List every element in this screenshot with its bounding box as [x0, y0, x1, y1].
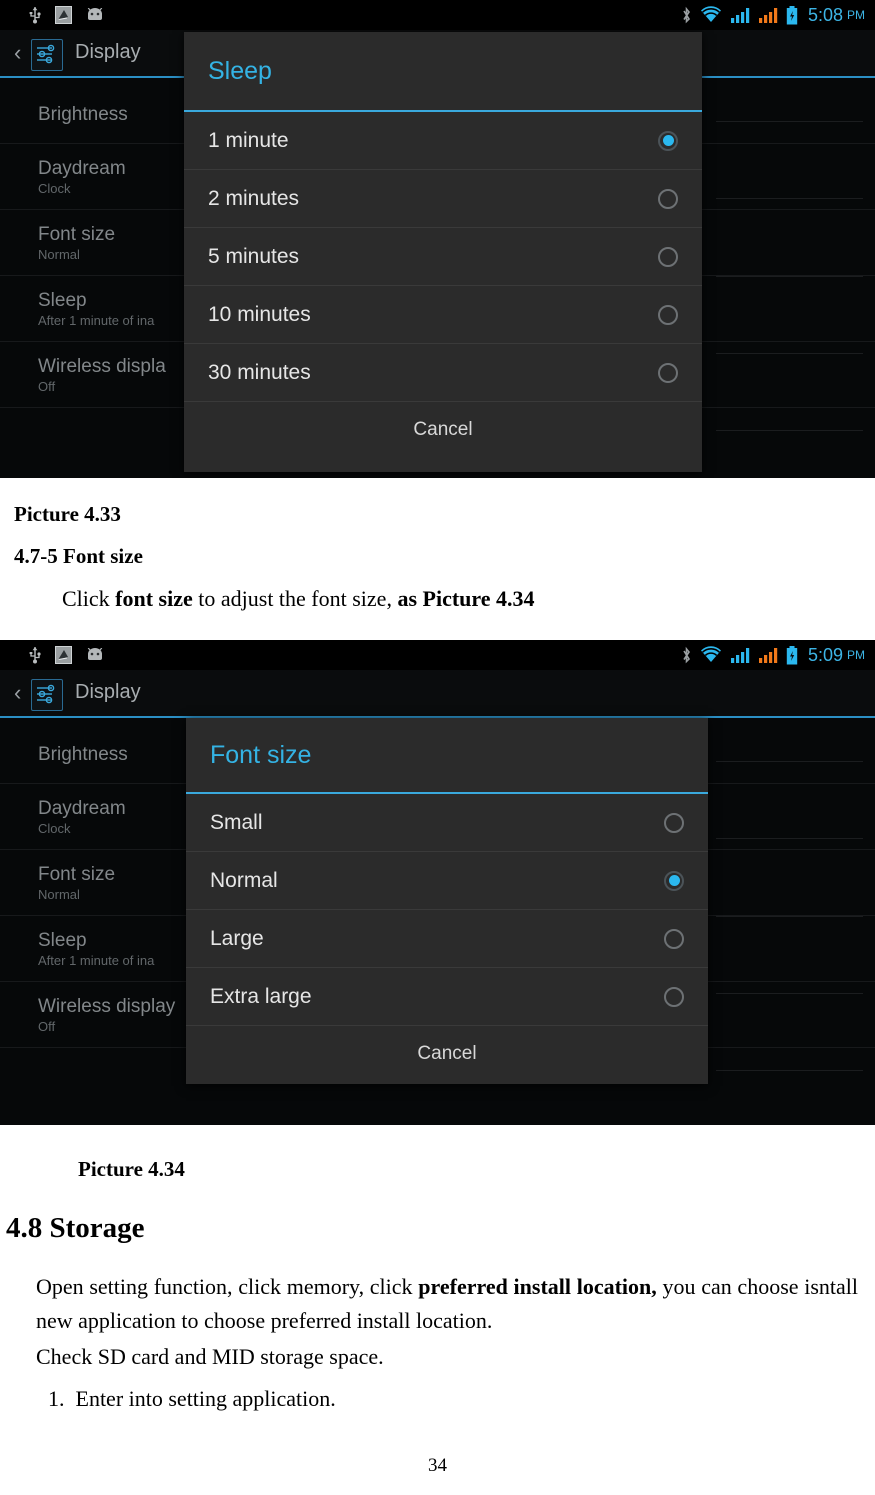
battery-charging-icon	[786, 645, 798, 664]
caption-picture-4-33: Picture 4.33	[14, 502, 121, 526]
caption-picture-4-34: Picture 4.34	[78, 1157, 185, 1181]
status-bar-left-icons	[28, 0, 105, 30]
list-item-text: Enter into setting application.	[75, 1386, 336, 1411]
option-label: Small	[210, 810, 263, 834]
para-text: Open setting function, click memory, cli…	[36, 1274, 419, 1299]
dialog-option-extra-large[interactable]: Extra large	[186, 968, 708, 1026]
para-text: Click	[62, 586, 116, 611]
dialog-title: Font size	[210, 740, 312, 769]
dialog-option-large[interactable]: Large	[186, 910, 708, 968]
option-label: 2 minutes	[208, 186, 300, 210]
action-bar: ‹ Display	[0, 670, 875, 718]
heading-4-7-5-font-size: 4.7-5 Font size	[14, 544, 143, 568]
font-size-dialog: Font size Small Normal Large Extra large…	[186, 718, 708, 1084]
status-bar: 5:08 PM	[0, 0, 875, 30]
paragraph-click-font-size: Click font size to adjust the font size,…	[62, 582, 852, 616]
status-bar-ampm: PM	[847, 648, 865, 662]
battery-charging-icon	[786, 5, 798, 24]
settings-sliders-icon	[31, 39, 63, 71]
page-title: Display	[75, 681, 141, 703]
dialog-option-30-minutes[interactable]: 30 minutes	[184, 344, 702, 402]
screenshot-icon	[55, 646, 72, 664]
radio-button-icon[interactable]	[658, 362, 678, 383]
status-bar-clock: 5:09	[807, 644, 843, 665]
signal-sim2-icon	[758, 647, 778, 663]
status-bar-clock: 5:08	[807, 4, 843, 25]
wifi-icon	[700, 646, 721, 662]
cancel-button[interactable]: Cancel	[184, 402, 702, 458]
screenshot-icon	[55, 6, 72, 24]
radio-button-icon[interactable]	[658, 246, 678, 267]
page-number: 34	[428, 1455, 447, 1476]
para-bold-preferred-install-location: preferred install location,	[418, 1274, 657, 1299]
wifi-icon	[700, 6, 721, 22]
dialog-option-normal[interactable]: Normal	[186, 852, 708, 910]
back-chevron-icon[interactable]: ‹	[14, 682, 21, 704]
radio-button-icon[interactable]	[664, 928, 684, 949]
signal-sim1-icon	[730, 7, 750, 23]
list-item-1: 1. Enter into setting application.	[48, 1382, 870, 1416]
settings-sliders-icon	[31, 679, 63, 711]
radio-button-selected-icon[interactable]	[658, 130, 678, 151]
list-item-number: 1.	[48, 1386, 65, 1411]
bluetooth-icon	[683, 6, 690, 23]
status-bar-ampm: PM	[847, 8, 865, 22]
sleep-dialog: Sleep 1 minute 2 minutes 5 minutes 10 mi…	[184, 32, 702, 472]
option-label: Extra large	[210, 984, 312, 1008]
dialog-option-10-minutes[interactable]: 10 minutes	[184, 286, 702, 344]
radio-button-icon[interactable]	[658, 188, 678, 209]
status-bar-left-icons	[28, 640, 105, 670]
option-label: 5 minutes	[208, 244, 300, 268]
option-label: 10 minutes	[208, 302, 311, 326]
android-screenshot-font-size-dialog: 5:09 PM ‹ Display Brightness Daydream Cl…	[0, 640, 875, 1125]
signal-sim1-icon	[730, 647, 750, 663]
dialog-option-2-minutes[interactable]: 2 minutes	[184, 170, 702, 228]
paragraph-storage: Open setting function, click memory, cli…	[36, 1270, 858, 1338]
android-screenshot-sleep-dialog: 5:08 PM ‹ Display Brightness Daydream Cl…	[0, 0, 875, 478]
status-bar: 5:09 PM	[0, 640, 875, 670]
option-label: 30 minutes	[208, 360, 311, 384]
heading-4-8-storage: 4.8 Storage	[6, 1212, 145, 1244]
android-robot-icon	[87, 8, 103, 20]
radio-button-icon[interactable]	[664, 986, 684, 1007]
right-pane-dividers	[700, 78, 875, 478]
signal-sim2-icon	[758, 7, 778, 23]
right-pane-dividers	[700, 718, 875, 1125]
radio-button-selected-icon[interactable]	[664, 870, 684, 891]
dialog-title: Sleep	[208, 56, 272, 85]
bluetooth-icon	[683, 646, 690, 663]
option-label: 1 minute	[208, 128, 289, 152]
radio-button-icon[interactable]	[664, 812, 684, 833]
android-robot-icon	[87, 648, 103, 660]
para-bold-font-size: font size	[115, 586, 193, 611]
option-label: Normal	[210, 868, 278, 892]
option-label: Large	[210, 926, 264, 950]
cancel-button[interactable]: Cancel	[186, 1026, 708, 1082]
radio-button-icon[interactable]	[658, 304, 678, 325]
back-chevron-icon[interactable]: ‹	[14, 42, 21, 64]
para-bold-picture-434: as Picture 4.34	[397, 586, 535, 611]
page-title: Display	[75, 41, 141, 63]
status-bar-right-icons: 5:08 PM	[681, 0, 865, 30]
status-bar-right-icons: 5:09 PM	[681, 640, 865, 670]
para-text: to adjust the font size,	[192, 586, 398, 611]
paragraph-check-sd-card: Check SD card and MID storage space.	[36, 1344, 384, 1369]
usb-icon	[29, 647, 41, 664]
dialog-option-1-minute[interactable]: 1 minute	[184, 112, 702, 170]
dialog-option-small[interactable]: Small	[186, 794, 708, 852]
usb-icon	[29, 7, 41, 24]
dialog-option-5-minutes[interactable]: 5 minutes	[184, 228, 702, 286]
